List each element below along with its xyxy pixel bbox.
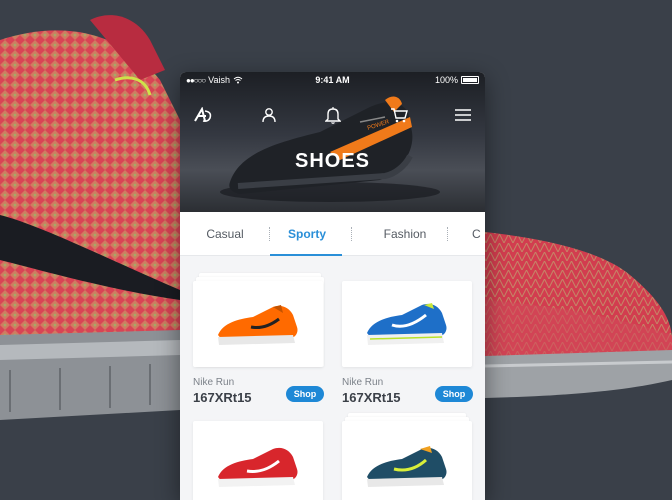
product-image[interactable]	[342, 281, 472, 367]
category-tabs: Casual Sporty Fashion C	[180, 212, 485, 256]
wifi-icon	[233, 76, 243, 84]
user-icon[interactable]	[256, 102, 282, 128]
product-name: Nike Run	[342, 377, 384, 388]
tab-casual[interactable]: Casual	[190, 212, 260, 256]
hero-shoe-image: POWER	[220, 96, 440, 202]
page-title: SHOES	[294, 150, 371, 172]
carrier-name: Vaish	[208, 75, 231, 85]
tab-sporty[interactable]: Sporty	[272, 212, 342, 256]
teal-shoe-image	[367, 446, 447, 487]
bell-icon[interactable]	[320, 102, 346, 128]
shop-button[interactable]: Shop	[286, 386, 324, 402]
product-price: 167XRt15	[342, 390, 401, 405]
active-tab-indicator	[270, 254, 342, 256]
tab-divider	[447, 227, 448, 241]
logo-icon[interactable]	[190, 102, 216, 128]
status-bar: ●●○○○ Vaish 9:41 AM 100%	[180, 72, 485, 88]
red-shoe-image	[218, 447, 298, 487]
product-image[interactable]	[342, 421, 472, 500]
hero-banner: POWER ●●○○○ Vaish 9:41 AM 100% SHOES	[180, 72, 485, 212]
blue-shoe-image	[367, 303, 447, 345]
menu-icon[interactable]	[450, 102, 476, 128]
phone-screen: POWER ●●○○○ Vaish 9:41 AM 100% SHOES Cas…	[180, 72, 485, 500]
tab-more[interactable]: C	[472, 212, 485, 256]
battery-percent: 100%	[434, 75, 458, 85]
product-image[interactable]	[193, 281, 323, 367]
tab-divider	[351, 227, 352, 241]
product-price: 167XRt15	[193, 390, 252, 405]
battery-icon	[461, 76, 479, 84]
cart-icon[interactable]	[386, 102, 412, 128]
top-navbar	[180, 102, 485, 128]
signal-dots-icon: ●●○○○	[186, 75, 206, 85]
tab-divider	[269, 227, 270, 241]
orange-shoe-image	[218, 305, 298, 345]
tab-fashion[interactable]: Fashion	[370, 212, 440, 256]
product-name: Nike Run	[193, 377, 235, 388]
shop-button[interactable]: Shop	[435, 386, 473, 402]
product-image[interactable]	[193, 421, 323, 500]
